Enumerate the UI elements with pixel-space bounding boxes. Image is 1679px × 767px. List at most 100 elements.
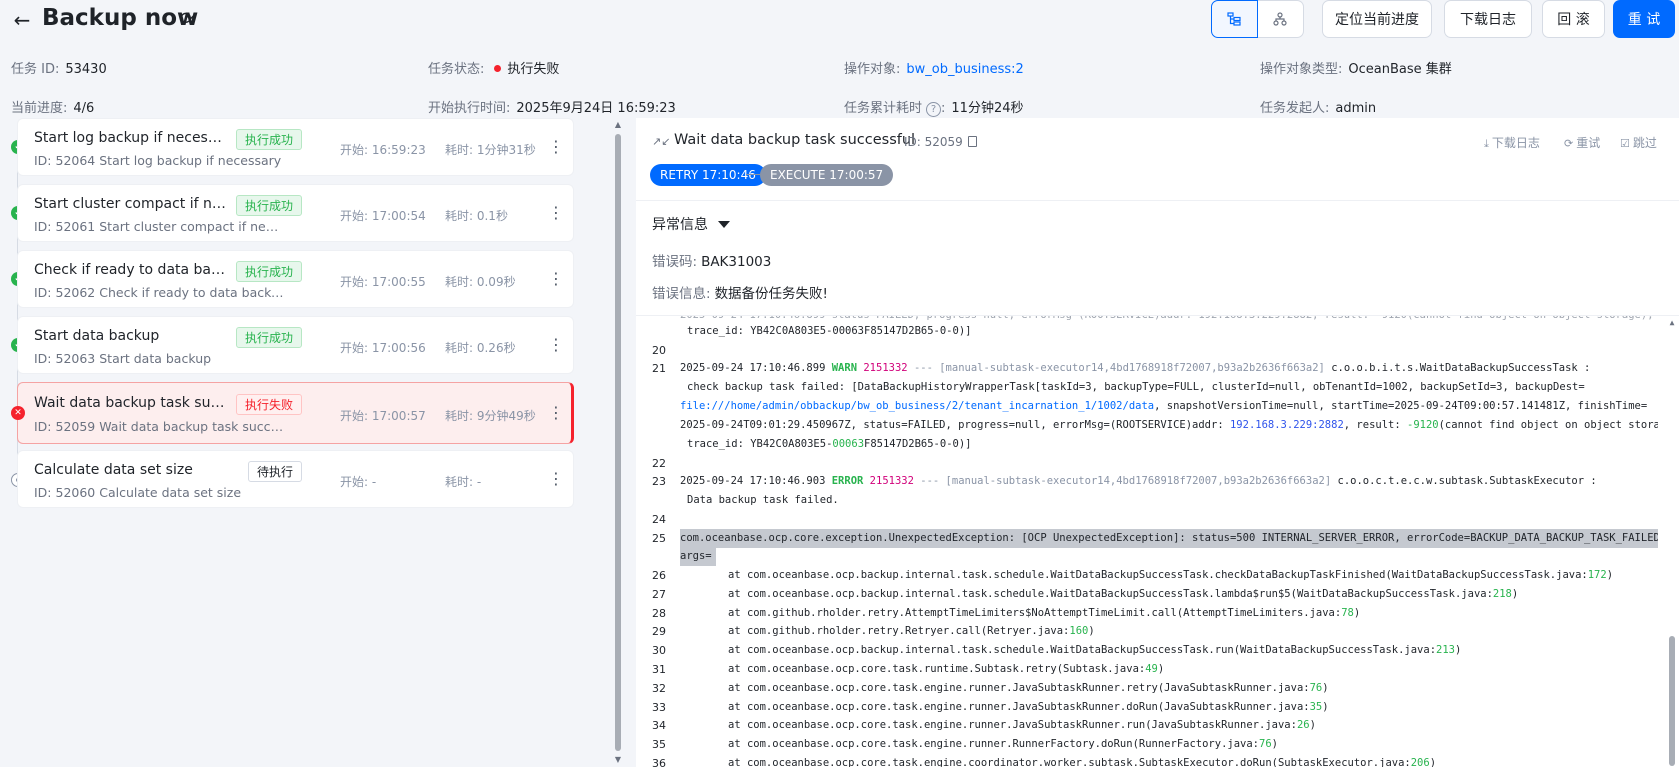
subtask-name: Check if ready to data backup [34, 262, 229, 278]
operation-object-link[interactable]: bw_ob_business:2 [906, 62, 1023, 77]
more-vertical-icon[interactable]: ⋮ [548, 402, 564, 424]
subtask-duration: 耗时: 1分钟31秒 [445, 143, 536, 157]
log-line: 23 2025-09-24 17:10:46.903 ERROR 2151332 … [652, 475, 1597, 488]
progress-value: 4/6 [73, 101, 95, 116]
more-vertical-icon[interactable]: ⋮ [548, 136, 564, 158]
panel-scrollbar[interactable]: ▲ ▼ [613, 118, 623, 767]
task-id-value: 53430 [65, 62, 107, 77]
progress-field: 当前进度: 4/6 [11, 97, 94, 116]
stack-line: 36 at com.oceanbase.ocp.core.task.engine.… [652, 757, 1437, 767]
flow-view-toggle[interactable] [1257, 0, 1304, 38]
subtask-id: ID: 52059 Wait data backup task succe... [34, 419, 284, 434]
detail-id-text: ID: 52059 [904, 135, 963, 149]
list-tree-icon [1227, 12, 1241, 26]
subtask-card[interactable]: Check if ready to data backup 执行成功 ID: 5… [17, 250, 574, 308]
detail-id: ID: 52059 [904, 135, 977, 149]
scrollbar-thumb[interactable] [615, 134, 621, 751]
subtask-id: ID: 52060 Calculate data set size [34, 485, 242, 500]
log-line: 21 2025-09-24 17:10:46.899 WARN 2151332 -… [652, 362, 1591, 375]
status-badge: 执行失败 [236, 394, 303, 415]
stack-line: 27 at com.oceanbase.ocp.backup.internal.t… [652, 587, 1519, 601]
subtask-card[interactable]: Start log backup if necessary 执行成功 ID: 5… [17, 118, 574, 176]
list-view-toggle[interactable] [1211, 0, 1258, 38]
locate-progress-button[interactable]: 定位当前进度 [1322, 0, 1432, 38]
stack-line: 28 at com.github.rholder.retry.AttemptTim… [652, 606, 1361, 620]
scroll-down-icon[interactable]: ▼ [613, 755, 623, 765]
status-badge: 执行成功 [236, 129, 303, 150]
retry-icon: ⟳ [1564, 137, 1574, 150]
more-vertical-icon[interactable]: ⋮ [548, 468, 564, 490]
stage-retry-pill[interactable]: RETRY 17:10:46 [650, 164, 766, 186]
initiator-value: admin [1335, 101, 1377, 116]
subtask-name: Start log backup if necessary [34, 130, 229, 146]
more-vertical-icon[interactable]: ⋮ [548, 202, 564, 224]
stack-line: 33 at com.oceanbase.ocp.core.task.engine.… [652, 700, 1329, 714]
collapse-icon[interactable]: ↗↙ [652, 135, 670, 149]
scrollbar-thumb[interactable] [1669, 636, 1675, 766]
log-line: trace_id: YB42C0A803E5-00063F85147D2B65-… [687, 438, 972, 450]
exception-info-label: 异常信息 [652, 217, 708, 233]
error-message-value: 数据备份任务失败! [714, 286, 828, 302]
detail-skip-button[interactable]: ☑ 跳过 [1620, 134, 1657, 151]
log-line: Data backup task failed. [687, 494, 839, 506]
detail-download-log-button[interactable]: ⤓ 下载日志 [1484, 134, 1540, 151]
log-line-selected: args= [636, 547, 1658, 566]
subtask-start: 开始: 16:59:23 [340, 143, 426, 157]
exception-info-toggle[interactable]: 异常信息 [652, 214, 730, 234]
subtask-card[interactable]: Start data backup 执行成功 ID: 52063 Start d… [17, 316, 574, 374]
subtask-id: ID: 52062 Check if ready to data backup [34, 285, 284, 300]
download-log-button[interactable]: 下载日志 [1444, 0, 1532, 38]
rollback-button[interactable]: 回 滚 [1542, 0, 1605, 38]
scroll-up-icon[interactable]: ▲ [613, 120, 623, 130]
subtask-start: 开始: 17:00:55 [340, 275, 426, 289]
stack-line: 31 at com.oceanbase.ocp.core.task.runtime… [652, 663, 1165, 676]
subtask-card-selected[interactable]: Wait data backup task succ... 执行失败 ID: 5… [17, 382, 574, 444]
detail-skip-label: 跳过 [1632, 136, 1657, 150]
subtask-card[interactable]: Start cluster compact if nec... 执行成功 ID:… [17, 184, 574, 242]
status-badge: 待执行 [248, 461, 303, 482]
detail-retry-button[interactable]: ⟳ 重试 [1564, 134, 1600, 151]
stage-execute-pill[interactable]: EXECUTE 17:00:57 [760, 164, 894, 186]
cross-fail-icon: ✕ [11, 406, 25, 420]
log-scrollbar[interactable]: ▲ [1666, 316, 1678, 767]
subtask-name: Start cluster compact if nec... [34, 196, 229, 212]
subtask-id: ID: 52061 Start cluster compact if nece.… [34, 219, 284, 234]
object-type-value: OceanBase 集群 [1348, 62, 1452, 77]
operation-object-field: 操作对象: bw_ob_business:2 [844, 58, 1024, 77]
back-arrow-icon[interactable]: ← [10, 8, 34, 32]
stage-connector [746, 174, 760, 175]
detail-header: ↗↙ Wait data backup task successful ID: … [636, 118, 1679, 201]
log-line: 24 [652, 513, 666, 526]
subtask-duration: 耗时: - [445, 475, 482, 489]
log-line: check backup task failed: [DataBackupHis… [687, 381, 1585, 393]
caret-down-icon [718, 221, 730, 228]
task-status-label: 任务状态: [428, 62, 485, 77]
task-status-value: 执行失败 [507, 62, 560, 77]
task-status-field: 任务状态: 执行失败 [428, 58, 559, 77]
initiator-field: 任务发起人: admin [1260, 97, 1376, 116]
task-id-label: 任务 ID: [11, 62, 60, 77]
more-vertical-icon[interactable]: ⋮ [548, 268, 564, 290]
refresh-icon[interactable]: ⟳ [180, 8, 200, 30]
more-vertical-icon[interactable]: ⋮ [548, 334, 564, 356]
page-title: Backup now [42, 5, 199, 31]
copy-icon[interactable] [967, 136, 977, 147]
flow-diagram-icon [1273, 12, 1287, 26]
stack-line: 26 at com.oceanbase.ocp.backup.internal.t… [652, 569, 1614, 582]
operation-object-label: 操作对象: [844, 62, 901, 77]
log-line-selected: 25 com.oceanbase.ocp.core.exception.Unexp… [636, 529, 1658, 548]
subtask-duration: 耗时: 0.09秒 [445, 275, 516, 289]
subtask-card[interactable]: Calculate data set size 待执行 ID: 52060 Ca… [17, 450, 574, 508]
start-time-field: 开始执行时间: 2025年9月24日 16:59:23 [428, 97, 676, 116]
scroll-up-icon[interactable]: ▲ [1666, 318, 1678, 327]
log-line: 22 [652, 457, 666, 470]
page-header: ← Backup now ⟳ 定位当前进度 下载日志 回 滚 重 试 [0, 0, 1679, 44]
subtask-start: 开始: 17:00:57 [340, 409, 426, 423]
retry-button[interactable]: 重 试 [1613, 0, 1675, 38]
status-badge: 执行成功 [236, 327, 303, 348]
initiator-label: 任务发起人: [1260, 101, 1330, 116]
log-viewer[interactable]: 2025-09-24 17:10:46.899 status=FAILED, p… [636, 315, 1679, 767]
skip-check-icon: ☑ [1620, 137, 1630, 150]
help-question-icon[interactable]: ? [926, 102, 942, 117]
subtask-start: 开始: - [340, 475, 377, 489]
